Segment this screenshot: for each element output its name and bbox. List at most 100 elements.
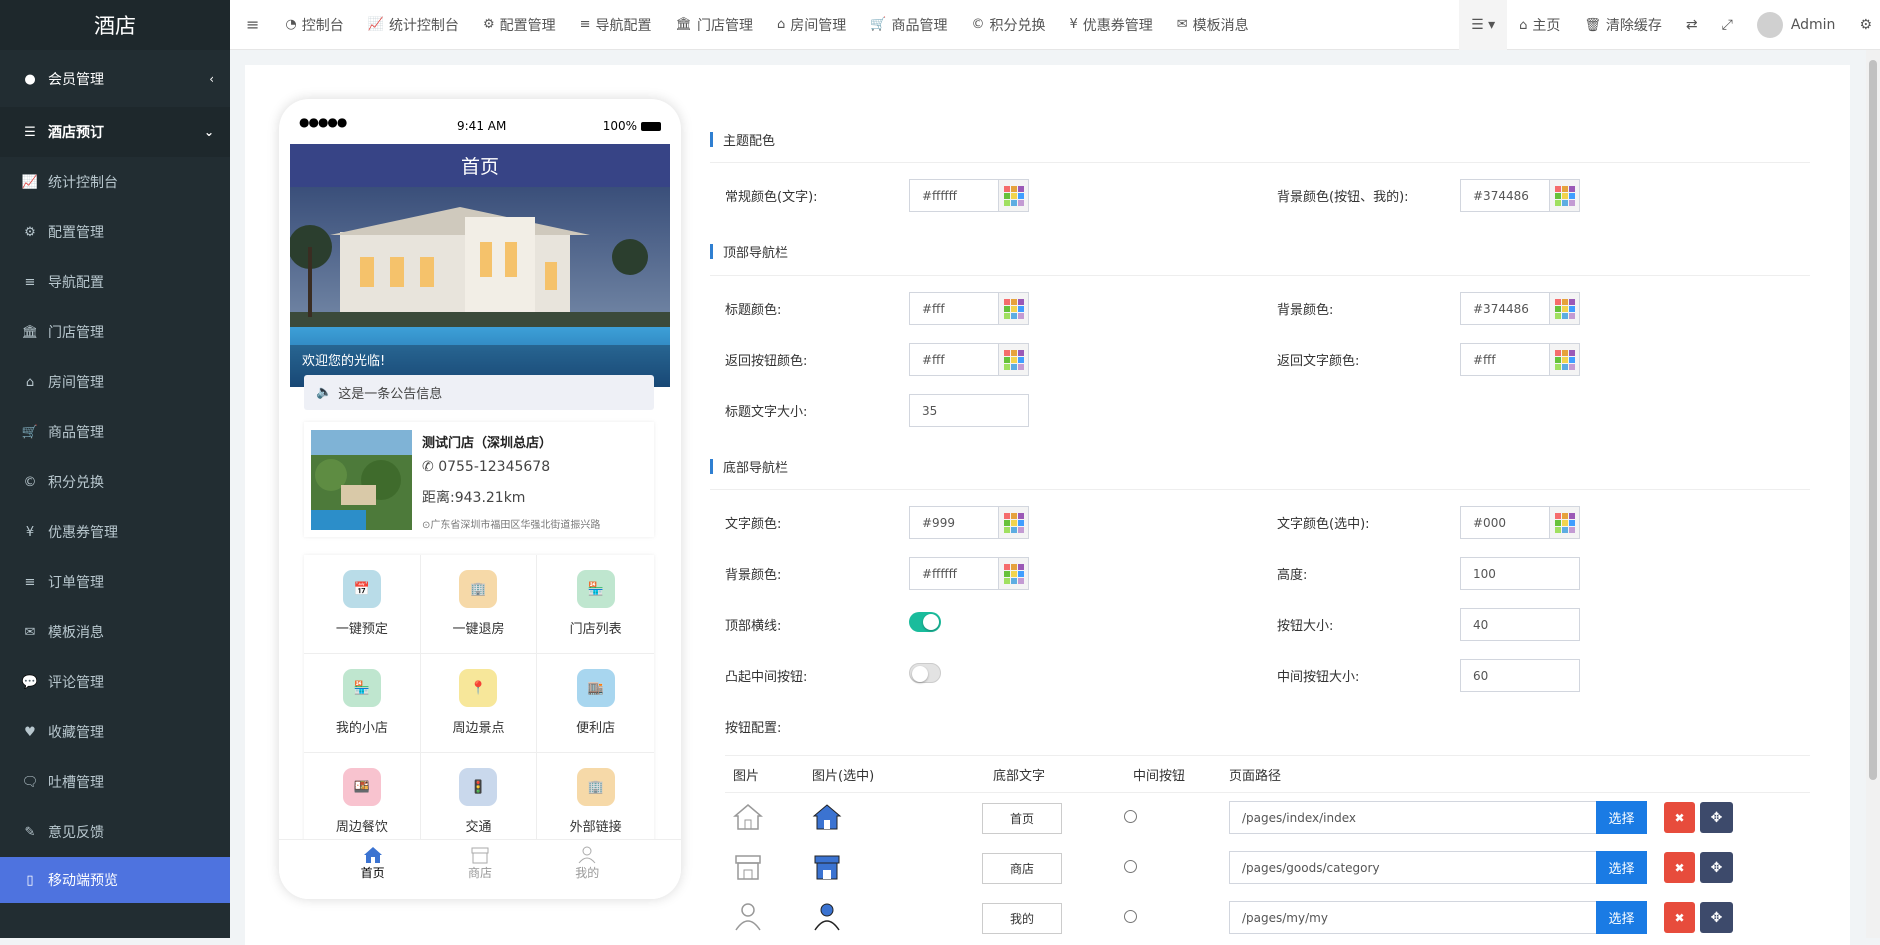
btn-size-input[interactable]: 40 — [1460, 608, 1580, 641]
height-input[interactable]: 100 — [1460, 557, 1580, 590]
title-color-input[interactable]: #fff — [909, 292, 999, 325]
home-link[interactable]: ⌂ 主页 — [1507, 0, 1572, 50]
tab-nav-config[interactable]: ≡ 导航配置 — [568, 0, 664, 50]
tab-coupons[interactable]: ¥ 优惠券管理 — [1057, 0, 1164, 50]
tab-goods[interactable]: 🛒 商品管理 — [858, 0, 959, 50]
select-button[interactable]: 选择 — [1596, 901, 1647, 934]
middle-radio[interactable] — [1124, 910, 1137, 923]
grid-item-my-shop[interactable]: 🏪 我的小店 — [304, 654, 421, 753]
back-btn-input[interactable]: #fff — [909, 343, 999, 376]
tab-points[interactable]: © 积分兑换 — [959, 0, 1057, 50]
tab-stats[interactable]: 📈 统计控制台 — [356, 0, 471, 50]
grid-item-attractions[interactable]: 📍 周边景点 — [420, 654, 538, 753]
select-button[interactable]: 选择 — [1596, 851, 1647, 884]
palette-icon[interactable] — [1550, 506, 1580, 539]
sidebar-item-reviews[interactable]: 💬 评论管理 — [0, 657, 230, 707]
delete-row-button[interactable]: ✖ — [1664, 802, 1695, 833]
row-text-input[interactable]: 我的 — [982, 903, 1062, 934]
row-text-input[interactable]: 首页 — [982, 803, 1062, 834]
path-input[interactable]: /pages/my/my — [1229, 901, 1598, 934]
sidebar-item-orders[interactable]: ≡ 订单管理 — [0, 557, 230, 607]
fullscreen-icon[interactable]: ⤢ — [1710, 0, 1745, 50]
path-input[interactable]: /pages/index/index — [1229, 801, 1598, 834]
palette-icon[interactable] — [1550, 292, 1580, 325]
middle-radio[interactable] — [1124, 810, 1137, 823]
shop-outline-icon[interactable] — [733, 853, 763, 881]
grid-item-store-list[interactable]: 🏪 门店列表 — [537, 555, 654, 654]
b-bg-input[interactable]: #ffffff — [909, 557, 999, 590]
tab-rooms[interactable]: ⌂ 房间管理 — [765, 0, 858, 50]
drag-row-button[interactable]: ✥ — [1700, 902, 1733, 933]
title-size-input[interactable]: 35 — [909, 394, 1029, 427]
grid-item-checkout[interactable]: 🏢 一键退房 — [420, 555, 538, 654]
tab-templates[interactable]: ✉ 模板消息 — [1165, 0, 1261, 50]
page-scrollbar[interactable] — [1866, 50, 1880, 938]
tab-shop[interactable]: 商店 — [440, 840, 520, 899]
home-outline-icon[interactable] — [733, 803, 763, 831]
back-text-input[interactable]: #fff — [1460, 343, 1550, 376]
grid-item-external-link[interactable]: 🏢 外部链接 — [537, 753, 654, 852]
sidebar-item-feedback[interactable]: ✎ 意见反馈 — [0, 807, 230, 857]
shop-filled-icon[interactable] — [812, 853, 842, 881]
bg-color-input[interactable]: #374486 — [1460, 179, 1550, 212]
grid-item-convenience[interactable]: 🏬 便利店 — [537, 654, 654, 753]
user-filled-icon[interactable] — [812, 902, 842, 932]
sidebar-item-members[interactable]: ● 会员管理 ‹ — [0, 51, 230, 107]
tab-config[interactable]: ⚙ 配置管理 — [471, 0, 568, 50]
tab-dashboard[interactable]: ◔ 控制台 — [273, 0, 355, 50]
sidebar-item-coupons[interactable]: ¥ 优惠券管理 — [0, 507, 230, 557]
delete-row-button[interactable]: ✖ — [1664, 852, 1695, 883]
sidebar-item-templates[interactable]: ✉ 模板消息 — [0, 607, 230, 657]
store-phone[interactable]: ✆ 0755-12345678 — [422, 459, 550, 475]
menu-toggle-icon[interactable]: ≡ — [230, 0, 273, 50]
tab-home[interactable]: 首页 — [333, 840, 413, 899]
sidebar-item-config[interactable]: ⚙ 配置管理 — [0, 207, 230, 257]
settings-gear-icon[interactable]: ⚙ — [1847, 0, 1880, 50]
sidebar-item-points[interactable]: © 积分兑换 — [0, 457, 230, 507]
palette-icon[interactable] — [999, 343, 1029, 376]
grid-item-book[interactable]: 📅 一键预定 — [304, 555, 421, 654]
top-line-toggle[interactable] — [909, 612, 941, 632]
grid-item-traffic[interactable]: 🚦 交通 — [420, 753, 538, 852]
sidebar-item-complaints[interactable]: 🗨 吐槽管理 — [0, 757, 230, 807]
middle-radio[interactable] — [1124, 860, 1137, 873]
translate-icon[interactable]: ⇄ — [1674, 0, 1710, 50]
drag-row-button[interactable]: ✥ — [1700, 852, 1733, 883]
b-text-sel-input[interactable]: #000 — [1460, 506, 1550, 539]
tab-mine[interactable]: 我的 — [547, 840, 627, 899]
more-tabs-dropdown[interactable]: ☰ ▾ — [1459, 0, 1508, 50]
clear-cache-button[interactable]: 🗑 清除缓存 — [1572, 0, 1674, 50]
sidebar-item-stats[interactable]: 📈 统计控制台 — [0, 157, 230, 207]
notice-bar[interactable]: 🔈 这是一条公告信息 — [304, 375, 654, 410]
top-bg-input[interactable]: #374486 — [1460, 292, 1550, 325]
select-button[interactable]: 选择 — [1596, 801, 1647, 834]
b-text-input[interactable]: #999 — [909, 506, 999, 539]
user-menu[interactable]: Admin — [1745, 0, 1848, 50]
sidebar-item-hotel-booking[interactable]: ☰ 酒店预订 ⌄ — [0, 107, 230, 157]
drag-row-button[interactable]: ✥ — [1700, 802, 1733, 833]
scrollbar-thumb[interactable] — [1869, 60, 1877, 780]
home-filled-icon[interactable] — [812, 803, 842, 831]
sidebar-item-goods[interactable]: 🛒 商品管理 — [0, 407, 230, 457]
user-outline-icon[interactable] — [733, 902, 763, 932]
raised-toggle[interactable] — [909, 663, 941, 683]
palette-icon[interactable] — [999, 557, 1029, 590]
tab-stores[interactable]: 🏛 门店管理 — [664, 0, 766, 50]
store-card[interactable]: 测试门店（深圳总店） ✆ 0755-12345678 距离:943.21km ⊙… — [304, 422, 654, 537]
sidebar-item-rooms[interactable]: ⌂ 房间管理 — [0, 357, 230, 407]
sidebar-item-nav-config[interactable]: ≡ 导航配置 — [0, 257, 230, 307]
row-text-input[interactable]: 商店 — [982, 853, 1062, 884]
delete-row-button[interactable]: ✖ — [1664, 902, 1695, 933]
text-color-input[interactable]: #ffffff — [909, 179, 999, 212]
mid-size-input[interactable]: 60 — [1460, 659, 1580, 692]
palette-icon[interactable] — [999, 292, 1029, 325]
app-logo[interactable]: 酒店 — [0, 0, 230, 50]
sidebar-item-favorites[interactable]: ♥ 收藏管理 — [0, 707, 230, 757]
grid-item-dining[interactable]: 🍱 周边餐饮 — [304, 753, 421, 852]
palette-icon[interactable] — [1550, 179, 1580, 212]
sidebar-item-mobile-preview[interactable]: ▯ 移动端预览 — [0, 857, 230, 903]
palette-icon[interactable] — [1550, 343, 1580, 376]
palette-icon[interactable] — [999, 506, 1029, 539]
sidebar-item-stores[interactable]: 🏛 门店管理 — [0, 307, 230, 357]
path-input[interactable]: /pages/goods/category — [1229, 851, 1598, 884]
